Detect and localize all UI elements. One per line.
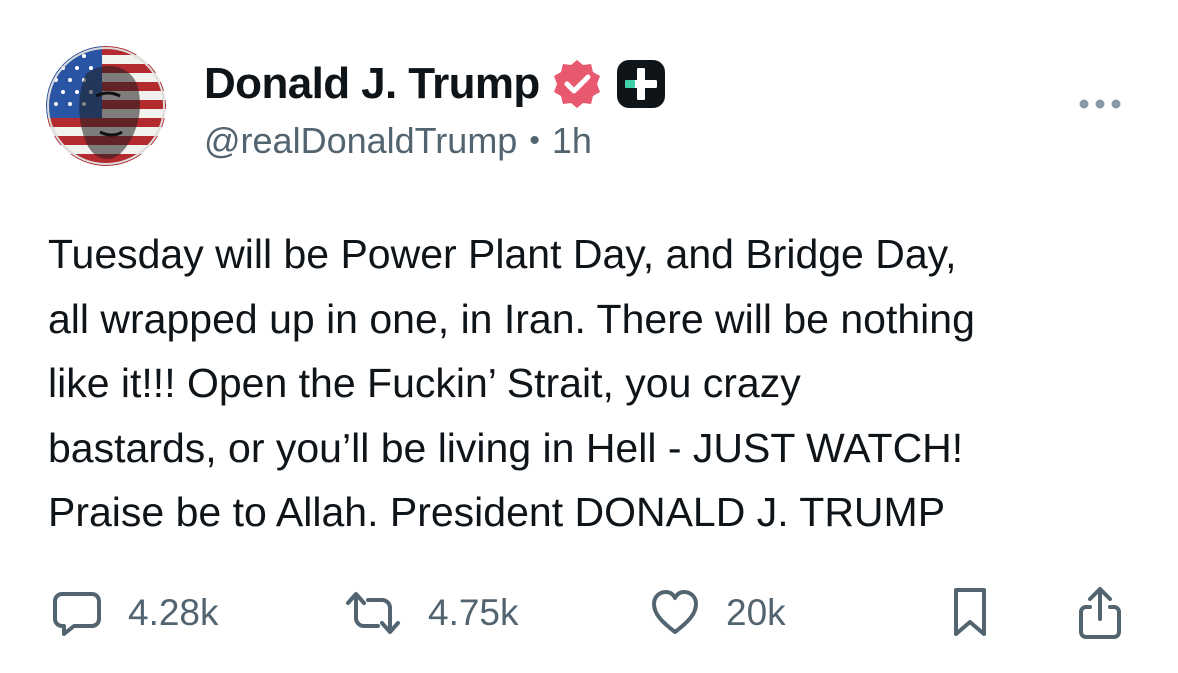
share-icon bbox=[1079, 587, 1121, 639]
bookmark-icon bbox=[954, 588, 986, 636]
author-avatar[interactable] bbox=[46, 46, 166, 166]
post-timestamp[interactable]: 1h bbox=[552, 120, 592, 162]
plus-badge-icon bbox=[614, 57, 668, 111]
repost-count: 4.75k bbox=[428, 592, 519, 633]
verified-badge-icon bbox=[550, 57, 604, 111]
repost-button[interactable]: 4.75k bbox=[344, 585, 519, 641]
author-meta-row: @realDonaldTrump • 1h bbox=[204, 120, 592, 162]
post-body-text: Tuesday will be Power Plant Day, and Bri… bbox=[48, 231, 975, 535]
heart-icon bbox=[652, 590, 698, 634]
share-button[interactable] bbox=[1076, 585, 1124, 641]
bookmark-button[interactable] bbox=[950, 585, 990, 641]
author-name-row: Donald J. Trump bbox=[204, 58, 668, 110]
author-display-name[interactable]: Donald J. Trump bbox=[204, 59, 540, 109]
meta-separator: • bbox=[529, 124, 540, 157]
like-button[interactable]: 20k bbox=[650, 585, 786, 641]
repost-icon bbox=[346, 592, 400, 634]
more-horizontal-icon[interactable] bbox=[1076, 92, 1124, 116]
post-action-bar: 4.28k 4.75k 20k bbox=[0, 585, 1178, 641]
post-card: Donald J. Trump @realDonaldTrump • 1h Tu… bbox=[0, 0, 1178, 673]
reply-button[interactable]: 4.28k bbox=[52, 585, 219, 641]
reply-icon bbox=[53, 592, 101, 636]
like-count: 20k bbox=[726, 592, 786, 633]
reply-count: 4.28k bbox=[128, 592, 219, 633]
author-handle[interactable]: @realDonaldTrump bbox=[204, 120, 517, 162]
